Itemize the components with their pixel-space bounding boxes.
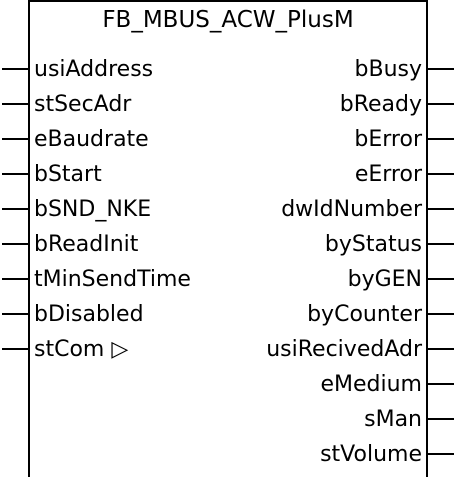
output-pin-label: usiRecivedAdr <box>266 337 422 362</box>
output-pin-connector <box>428 173 454 175</box>
output-pin-connector <box>428 418 454 420</box>
output-pin-connector <box>428 243 454 245</box>
output-pin-connector <box>428 383 454 385</box>
input-pin-connector <box>2 208 28 210</box>
input-pin-connector <box>2 68 28 70</box>
input-pin-label: bStart <box>34 162 102 187</box>
input-pin-label: eBaudrate <box>34 127 149 152</box>
input-pin-connector <box>2 348 28 350</box>
input-pin-connector <box>2 138 28 140</box>
input-pin-label: bDisabled <box>34 302 144 327</box>
output-pin-connector <box>428 278 454 280</box>
output-pin-label: bBusy <box>354 57 422 82</box>
output-pin-label: sMan <box>364 407 422 432</box>
input-pin-label: stCom ▷ <box>34 337 129 362</box>
output-pin-connector <box>428 453 454 455</box>
function-block-title: FB_MBUS_ACW_PlusM <box>102 7 354 33</box>
output-pin-connector <box>428 138 454 140</box>
input-pin-label: bSND_NKE <box>34 197 152 222</box>
output-pin-label: bError <box>354 127 422 152</box>
output-pin-connector <box>428 68 454 70</box>
output-pin-label: stVolume <box>320 442 422 467</box>
input-pin-label: bReadInit <box>34 232 139 257</box>
output-pin-label: eMedium <box>320 372 422 397</box>
output-pin-label: byCounter <box>307 302 422 327</box>
output-pin-connector <box>428 348 454 350</box>
input-pin-label: usiAddress <box>34 57 154 82</box>
output-pin-label: byGEN <box>347 267 422 292</box>
output-pin-label: dwIdNumber <box>281 197 422 222</box>
input-pin-connector <box>2 243 28 245</box>
output-pin-connector <box>428 103 454 105</box>
input-pin-connector <box>2 313 28 315</box>
output-pin-label: bReady <box>339 92 422 117</box>
input-pin-connector <box>2 278 28 280</box>
input-pin-label: stSecAdr <box>34 92 132 117</box>
input-pin-connector <box>2 173 28 175</box>
output-pin-label: byStatus <box>324 232 422 257</box>
function-block: FB_MBUS_ACW_PlusM usiAddress stSecAdr eBau… <box>28 0 428 477</box>
input-pin-connector <box>2 103 28 105</box>
output-pin-connector <box>428 208 454 210</box>
input-pin-label: tMinSendTime <box>34 267 191 292</box>
output-pin-connector <box>428 313 454 315</box>
output-pin-label: eError <box>354 162 422 187</box>
